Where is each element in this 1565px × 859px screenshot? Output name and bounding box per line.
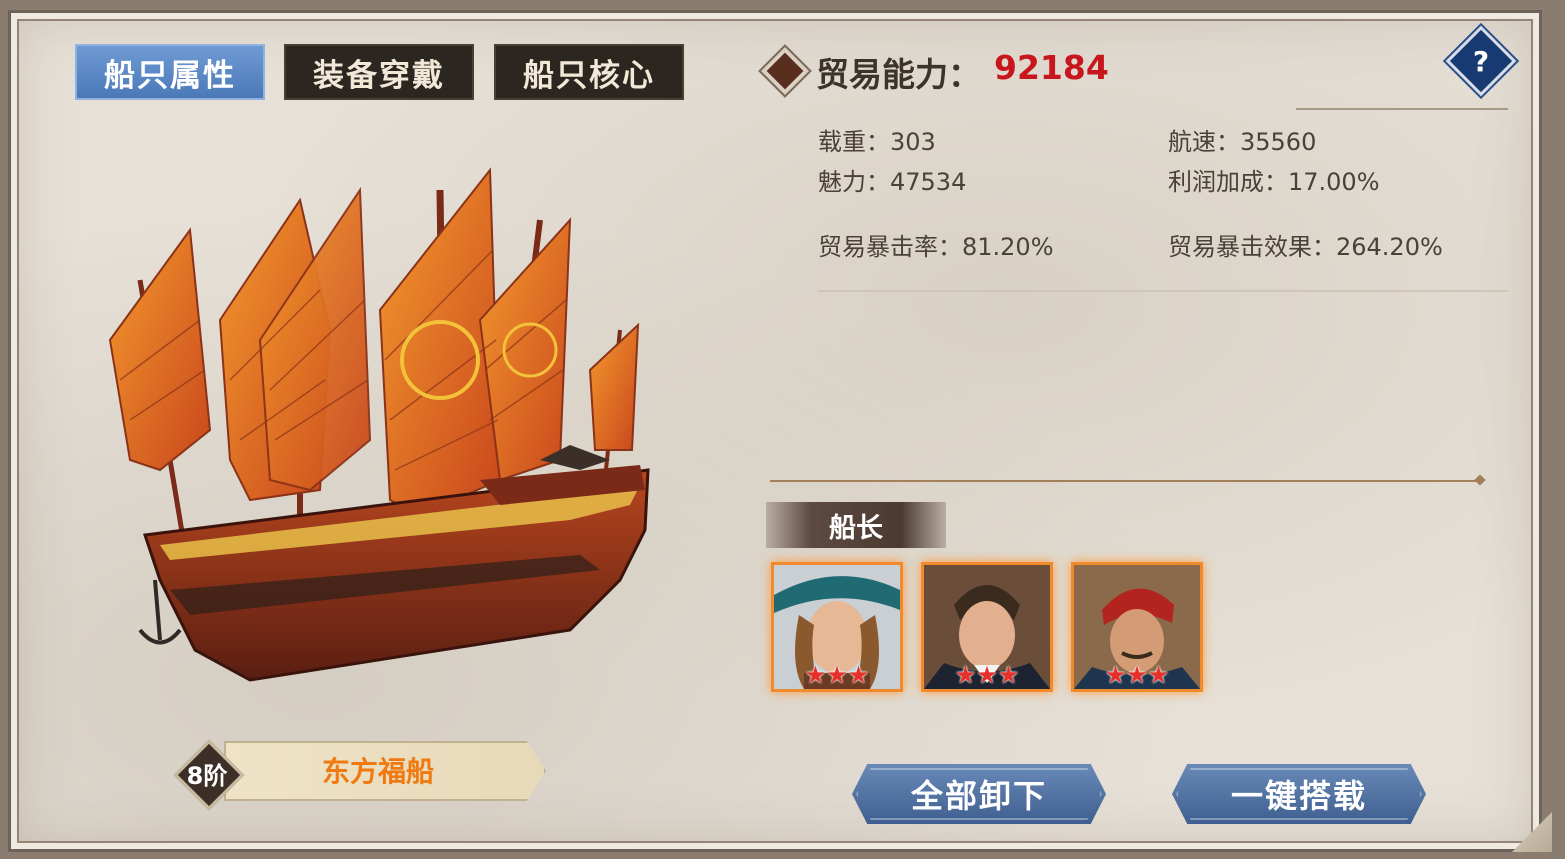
star-icon: ★★★ bbox=[804, 661, 870, 689]
ship-image bbox=[108, 167, 650, 682]
ship-rank: 8阶 bbox=[186, 761, 228, 790]
stat-speed: 航速：35560 bbox=[1168, 128, 1317, 156]
one-key-load-button[interactable]: 一键搭载 bbox=[1172, 764, 1426, 824]
stats-divider bbox=[818, 290, 1508, 292]
stat-profit-bonus: 利润加成：17.00% bbox=[1168, 168, 1380, 196]
ship-rank-badge: 8阶 bbox=[173, 739, 245, 811]
tab-ship-core[interactable]: 船只核心 bbox=[494, 44, 684, 100]
captain-portrait-1[interactable]: ★★★ bbox=[771, 562, 903, 692]
stat-crit-effect: 贸易暴击效果：264.20% bbox=[1168, 233, 1443, 261]
star-icon: ★★★ bbox=[1104, 661, 1170, 689]
top-divider bbox=[1296, 108, 1508, 110]
captain-3-stars: ★★★ bbox=[1074, 663, 1200, 687]
tab-ship-attributes[interactable]: 船只属性 bbox=[75, 44, 265, 100]
stat-charm: 魅力：47534 bbox=[818, 168, 967, 196]
trade-power-label: 贸易能力： bbox=[816, 55, 981, 94]
ship-name: 东方福船 bbox=[321, 755, 434, 788]
stat-crit-rate: 贸易暴击率：81.20% bbox=[818, 233, 1054, 261]
captain-label: 船长 bbox=[766, 502, 946, 548]
stat-load: 载重：303 bbox=[818, 128, 936, 156]
trade-power-value: 92184 bbox=[994, 48, 1109, 87]
unload-all-button[interactable]: 全部卸下 bbox=[852, 764, 1106, 824]
captain-2-stars: ★★★ bbox=[924, 663, 1050, 687]
star-icon: ★★★ bbox=[954, 661, 1020, 689]
captain-portrait-3[interactable]: ★★★ bbox=[1071, 562, 1203, 692]
captain-1-stars: ★★★ bbox=[774, 663, 900, 687]
captain-portrait-2[interactable]: ★★★ bbox=[921, 562, 1053, 692]
question-icon: ? bbox=[1472, 44, 1490, 78]
tab-equipment[interactable]: 装备穿戴 bbox=[284, 44, 474, 100]
captain-divider bbox=[770, 480, 1480, 482]
